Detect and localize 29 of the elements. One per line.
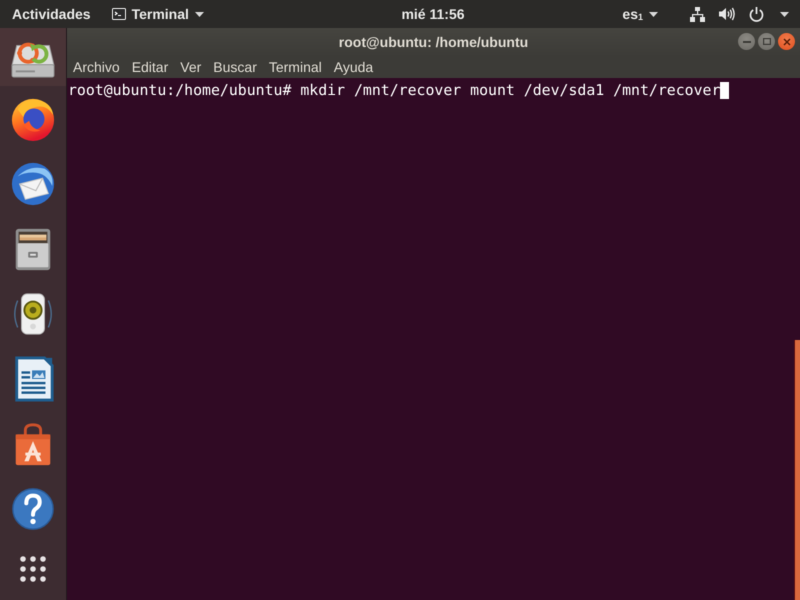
window-title: root@ubuntu: /home/ubuntu (338, 34, 528, 50)
caret-icon (194, 12, 204, 16)
maximize-button[interactable] (758, 33, 775, 50)
caret-icon (649, 12, 658, 16)
caret-icon[interactable] (780, 12, 789, 16)
terminal-icon (112, 8, 126, 20)
network-icon[interactable] (690, 6, 705, 22)
close-icon (782, 38, 790, 46)
launcher-button[interactable] (0, 28, 66, 86)
help-icon (10, 486, 56, 532)
minimize-button[interactable] (738, 33, 755, 50)
keyboard-layout-button[interactable]: es$_{1}$ (622, 3, 658, 25)
clock[interactable]: mié 11:56 (401, 3, 465, 25)
menu-item[interactable]: Editar (126, 57, 174, 77)
terminal-line: root@ubuntu:/home/ubuntu# mkdir /mnt/recover mount /dev/sda1 /mnt/recover (68, 81, 720, 99)
activities-button[interactable]: Actividades (12, 3, 91, 25)
minus-icon (742, 40, 750, 42)
menu-item[interactable]: Terminal (262, 57, 328, 77)
close-button[interactable] (778, 33, 795, 50)
menu-item[interactable]: Buscar (207, 57, 263, 77)
app-menu-button[interactable]: Terminal (112, 3, 204, 25)
menu-item[interactable]: Archivo (67, 57, 126, 77)
menu-item[interactable]: Ver (174, 57, 208, 77)
volume-icon[interactable] (719, 7, 735, 21)
app-grid-icon[interactable] (20, 556, 46, 582)
power-icon[interactable] (749, 6, 764, 22)
square-icon (762, 38, 770, 45)
envelope-icon (10, 160, 56, 206)
menu-item[interactable]: Ayuda (328, 57, 380, 77)
